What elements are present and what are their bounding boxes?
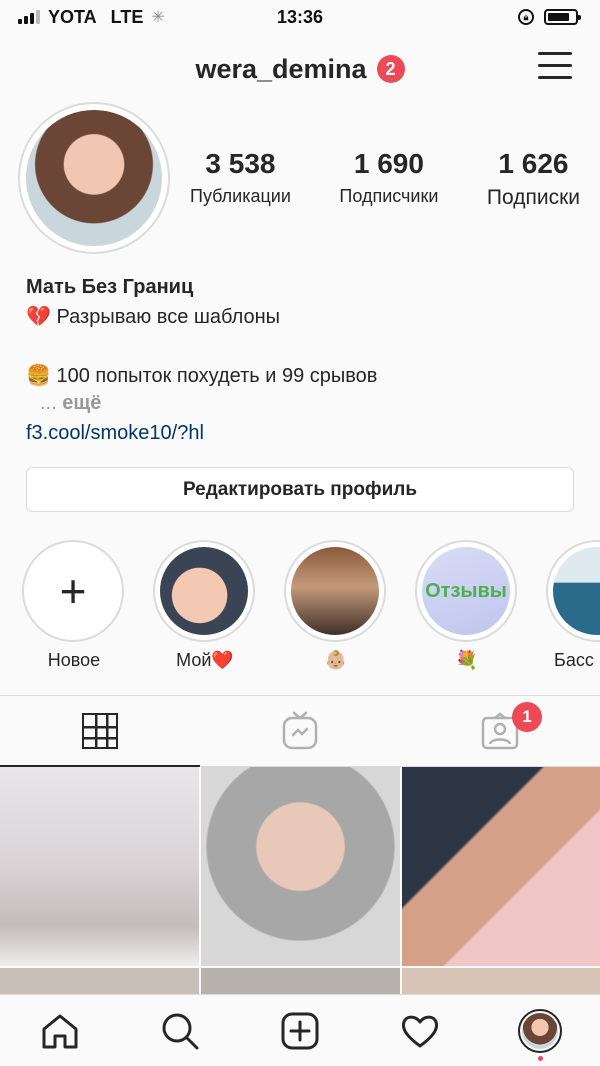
highlight-new[interactable]: + Новое xyxy=(22,540,126,671)
stat-followers[interactable]: 1 690 Подписчики xyxy=(339,148,438,210)
profile-header: wera_demina 2 xyxy=(0,40,600,98)
highlight-item[interactable]: Басс xyxy=(546,540,600,671)
status-right: 🔒︎ xyxy=(518,9,581,25)
bio-website-link[interactable]: f3.cool/smoke10/?hl xyxy=(26,419,586,448)
highlight-item[interactable]: Мой❤️ xyxy=(153,540,257,671)
more-label: ещё xyxy=(62,392,102,414)
profile-tabs: 1 xyxy=(0,695,600,767)
nav-profile[interactable] xyxy=(510,1001,570,1061)
stat-following-value: 1 626 xyxy=(498,148,569,179)
grid-photo[interactable] xyxy=(402,767,600,966)
highlight-label: 👶🏼 xyxy=(324,650,348,671)
stat-followers-value: 1 690 xyxy=(353,148,424,179)
avatar-image xyxy=(26,110,162,246)
profile-avatar[interactable] xyxy=(18,102,170,254)
burger-icon: 🍔 xyxy=(26,363,51,387)
signal-icon xyxy=(18,10,40,24)
heart-icon xyxy=(401,1015,439,1047)
broken-heart-icon: 💔 xyxy=(26,304,51,328)
stat-posts-value: 3 538 xyxy=(205,148,276,179)
stat-posts-label: Публикации xyxy=(190,186,291,206)
grid-icon xyxy=(82,713,118,749)
grid-photo[interactable] xyxy=(201,968,400,995)
grid-photo[interactable] xyxy=(201,767,400,966)
nav-new-post[interactable] xyxy=(270,1001,330,1061)
home-icon xyxy=(42,1014,78,1048)
tab-grid[interactable] xyxy=(0,696,200,767)
highlight-label: 💐 xyxy=(455,650,479,671)
nav-activity[interactable] xyxy=(390,1001,450,1061)
status-bar: YOTA LTE ✳ 13:36 🔒︎ xyxy=(0,0,600,34)
bio-more-link[interactable]: ... ещё xyxy=(26,391,586,415)
photo-grid xyxy=(0,767,600,995)
tab-tagged[interactable]: 1 xyxy=(400,696,600,766)
stat-following-label: Подписки xyxy=(486,186,580,209)
bio-line-2: 🍔 100 попыток похудеть и 99 срывов xyxy=(26,361,586,391)
stat-followers-label: Подписчики xyxy=(339,186,439,206)
tagged-badge: 1 xyxy=(512,702,542,732)
username: wera_demina xyxy=(195,53,367,84)
highlight-item[interactable]: Отзывы 💐 xyxy=(415,540,519,671)
igtv-icon xyxy=(282,711,318,750)
search-icon xyxy=(162,1013,199,1049)
status-left: YOTA LTE ✳ xyxy=(18,7,165,28)
bottom-nav xyxy=(0,994,600,1066)
bio-line-1-text: Разрываю все шаблоны xyxy=(56,306,281,328)
plus-icon: + xyxy=(29,547,117,635)
hamburger-menu-icon[interactable] xyxy=(538,52,572,82)
highlight-cover: Отзывы xyxy=(422,547,510,635)
highlight-cover xyxy=(160,547,248,635)
notification-dot xyxy=(538,1055,543,1061)
highlight-item[interactable]: 👶🏼 xyxy=(284,540,388,671)
profile-bio: Мать Без Границ 💔 Разрываю все шаблоны 🍔… xyxy=(26,273,586,448)
more-ellipsis: ... xyxy=(40,392,57,414)
grid-photo[interactable] xyxy=(402,968,600,995)
bio-line-2-text: 100 попыток похудеть и 99 срывов xyxy=(56,365,378,387)
bio-line-1: 💔 Разрываю все шаблоны xyxy=(26,302,586,332)
stat-following[interactable]: 1 626 Подписки xyxy=(487,148,580,210)
add-post-icon xyxy=(281,1012,319,1049)
story-highlights: + Новое Мой❤️ 👶🏼 Отзывы 💐 Басс xyxy=(22,540,600,675)
tab-igtv[interactable] xyxy=(200,696,400,766)
profile-avatar-icon xyxy=(518,1008,562,1053)
notification-badge[interactable]: 2 xyxy=(376,55,405,83)
nav-search[interactable] xyxy=(150,1001,210,1061)
highlight-cover xyxy=(291,547,379,635)
highlight-label: Мой❤️ xyxy=(176,650,234,670)
grid-photo[interactable] xyxy=(0,767,199,966)
battery-icon xyxy=(544,9,581,25)
loading-icon: ✳ xyxy=(151,9,165,26)
network-label: LTE xyxy=(110,6,144,27)
orientation-lock-icon: 🔒︎ xyxy=(518,9,534,25)
bio-name: Мать Без Границ xyxy=(26,276,194,298)
nav-home[interactable] xyxy=(30,1001,90,1061)
profile-stats: 3 538 Публикации 1 690 Подписчики 1 626 … xyxy=(190,148,580,210)
grid-photo[interactable] xyxy=(0,968,199,995)
stat-posts[interactable]: 3 538 Публикации xyxy=(190,148,291,210)
highlight-label: Басс xyxy=(554,650,594,670)
edit-profile-button[interactable]: Редактировать профиль xyxy=(26,467,574,512)
highlight-label: Новое xyxy=(47,650,101,670)
carrier-label: YOTA xyxy=(48,6,97,27)
highlight-cover xyxy=(553,547,600,635)
